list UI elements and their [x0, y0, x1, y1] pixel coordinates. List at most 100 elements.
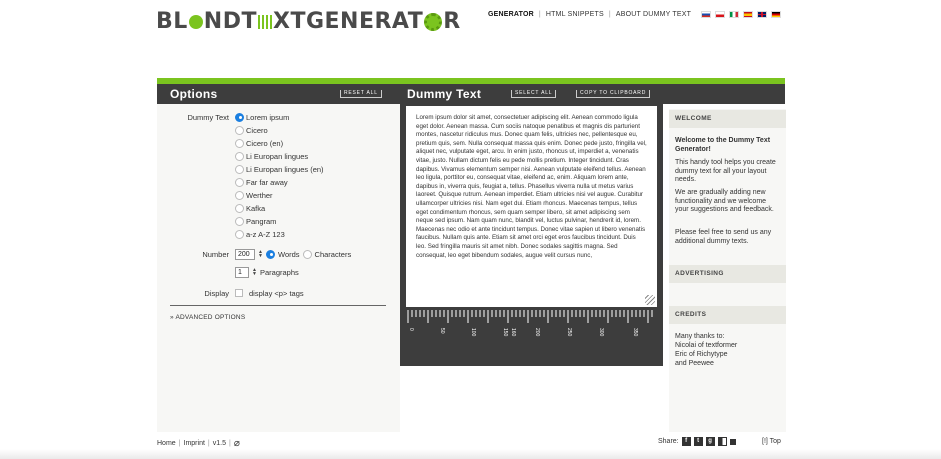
logo-text-2: NDT [203, 8, 257, 34]
ruler-label: 300 [598, 328, 604, 337]
advertising-heading: ADVERTISING [669, 265, 786, 283]
footer-home-link[interactable]: Home [157, 440, 176, 447]
ruler-label: 0 [408, 328, 414, 331]
flag-de-icon[interactable] [771, 11, 782, 18]
radio-icon[interactable] [235, 229, 244, 239]
radio-cicero[interactable]: Cicero [235, 125, 268, 135]
nav-about-dummy-text[interactable]: ABOUT DUMMY TEXT [616, 11, 691, 18]
language-flags [701, 11, 782, 18]
radio-li-europan-en[interactable]: Li Europan lingues (en) [235, 164, 324, 174]
characters-label: Characters [314, 249, 352, 259]
credits-item-1: Nicolai of textformer [675, 342, 738, 349]
ruler-label: 350 [632, 328, 638, 337]
copy-to-clipboard-button[interactable]: COPY TO CLIPBOARD [576, 90, 651, 98]
radio-icon[interactable] [235, 177, 244, 187]
ruler-label: 160 [510, 328, 516, 337]
facebook-icon[interactable]: f [681, 437, 691, 446]
radio-far-far-away[interactable]: Far far away [235, 177, 288, 187]
radio-lorem-ipsum[interactable]: Lorem ipsum [235, 112, 289, 122]
select-all-button[interactable]: SELECT ALL [511, 90, 557, 98]
dummy-text-label: Dummy Text [187, 113, 229, 122]
radio-icon[interactable] [235, 190, 244, 200]
radio-characters-icon[interactable] [302, 249, 312, 259]
back-to-top-link[interactable]: [!] Top [762, 438, 781, 445]
share-bar: Share: f t g [658, 437, 736, 446]
credits-intro: Many thanks to: [675, 333, 725, 340]
footer-separator: | [178, 440, 181, 447]
logo-dot-icon [188, 15, 203, 29]
digg-icon[interactable] [729, 438, 736, 445]
words-label: Words [278, 249, 300, 259]
resize-handle-icon[interactable] [645, 295, 655, 305]
dummy-text-title: Dummy Text [407, 87, 482, 101]
radio-cicero-en[interactable]: Cicero (en) [235, 138, 283, 148]
radio-icon[interactable] [235, 203, 244, 213]
welcome-p2: We are gradually adding new functionalit… [675, 189, 774, 213]
ruler-labels: 0 50 100 150 160 200 250 300 350 [408, 328, 638, 337]
dummy-text-area[interactable]: Lorem ipsum dolor sit amet, consectetuer… [406, 106, 657, 307]
logo-text-4: R [443, 8, 461, 34]
radio-werther[interactable]: Werther [235, 190, 273, 200]
footer-links: Home | Imprint | v1.5 | ⌀ [157, 438, 240, 449]
paragraphs-row: 1 ▲ ▼ Paragraphs [235, 266, 299, 278]
radio-az-123[interactable]: a-z A-Z 123 [235, 229, 285, 239]
paragraphs-input[interactable]: 1 [235, 266, 249, 278]
radio-icon[interactable] [235, 125, 244, 135]
logo-text-3: XTGENERAT [272, 8, 424, 34]
options-title: Options [170, 87, 218, 101]
google-icon[interactable]: g [705, 437, 715, 446]
display-p-checkbox[interactable] [235, 289, 243, 297]
dummy-text-content: Lorem ipsum dolor sit amet, consectetuer… [416, 114, 647, 259]
number-stepper-icon[interactable]: ▲ ▼ [258, 250, 263, 259]
nav-html-snippets[interactable]: HTML SNIPPETS [546, 11, 604, 18]
radio-selected-icon[interactable] [235, 112, 244, 122]
radio-kafka[interactable]: Kafka [235, 203, 265, 213]
flag-cz-icon[interactable] [715, 11, 726, 18]
flag-it-icon[interactable] [729, 11, 740, 18]
radio-words-icon[interactable] [266, 249, 275, 259]
share-label: Share: [658, 438, 679, 445]
nav-generator[interactable]: GENERATOR [488, 11, 534, 18]
paperclip-icon[interactable]: ⌀ [234, 438, 240, 449]
welcome-title: Welcome to the Dummy Text Generator! [675, 137, 771, 153]
reset-all-button[interactable]: RESET ALL [340, 90, 382, 98]
welcome-p3: Please feel free to send us any addition… [675, 229, 772, 245]
nav-separator: | [538, 11, 541, 18]
radio-icon[interactable] [235, 151, 244, 161]
footer-separator: | [207, 440, 210, 447]
page-bottom-shadow [0, 449, 941, 459]
radio-pangram[interactable]: Pangram [235, 216, 276, 226]
number-label: Number [202, 250, 229, 259]
top-nav: GENERATOR | HTML SNIPPETS | ABOUT DUMMY … [488, 11, 782, 18]
display-p-row[interactable]: display <p> tags [235, 288, 304, 298]
radio-icon[interactable] [235, 164, 244, 174]
ruler-label: 50 [439, 328, 445, 334]
logo-gear-icon [424, 13, 443, 31]
delicious-icon[interactable] [717, 437, 727, 446]
footer-imprint-link[interactable]: Imprint [184, 440, 205, 447]
credits-heading: CREDITS [669, 306, 786, 324]
flag-es-icon[interactable] [743, 11, 754, 18]
radio-li-europan[interactable]: Li Europan lingues [235, 151, 308, 161]
radio-icon[interactable] [235, 216, 244, 226]
welcome-p1: This handy tool helps you create dummy t… [675, 159, 776, 183]
options-divider [170, 305, 386, 306]
advanced-options-link[interactable]: » ADVANCED OPTIONS [170, 314, 245, 321]
welcome-heading: WELCOME [669, 110, 786, 128]
ruler: 0 50 100 150 160 200 250 300 350 [407, 310, 653, 337]
radio-icon[interactable] [235, 138, 244, 148]
number-input[interactable]: 200 [235, 248, 255, 260]
footer-separator: | [228, 440, 231, 447]
paragraphs-stepper-icon[interactable]: ▲ ▼ [252, 268, 257, 277]
display-p-label: display <p> tags [249, 288, 304, 298]
flag-uk-icon[interactable] [757, 11, 768, 18]
display-label: Display [204, 289, 229, 298]
credits-item-3: and Peewee [675, 360, 714, 367]
flag-ru-icon[interactable] [701, 11, 712, 18]
twitter-icon[interactable]: t [693, 437, 703, 446]
ruler-label: 200 [534, 328, 540, 337]
nav-separator: | [608, 11, 611, 18]
logo[interactable]: BL NDT XTGENERAT R [156, 8, 461, 34]
ruler-label: 100 [470, 328, 476, 337]
logo-text-1: BL [156, 8, 188, 34]
